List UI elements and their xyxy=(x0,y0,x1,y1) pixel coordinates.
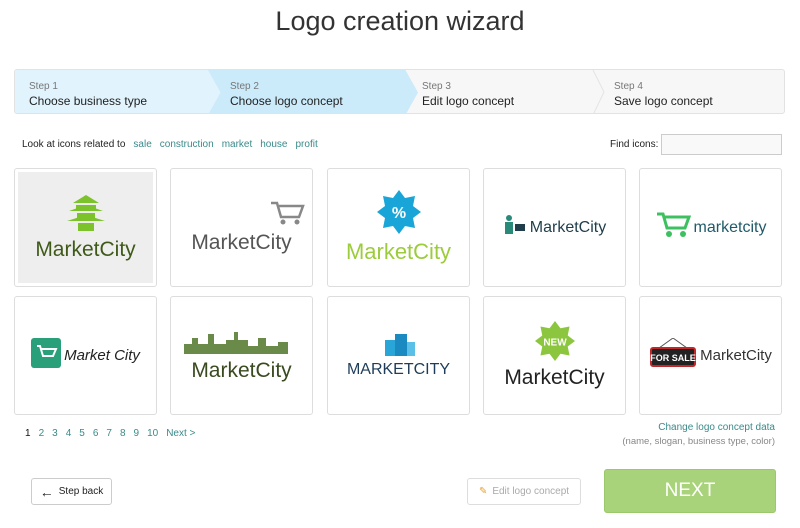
page-5[interactable]: 5 xyxy=(79,428,85,439)
logo-text: MarketCity xyxy=(529,218,607,236)
step-label: Choose logo concept xyxy=(230,94,343,108)
step-divider xyxy=(592,70,605,113)
change-concept: Change logo concept data (name, slogan, … xyxy=(622,422,775,447)
logo-concept-card[interactable]: NEW MarketCity xyxy=(483,296,626,415)
logo-text: Market City xyxy=(64,347,140,364)
next-page-link[interactable]: Next > xyxy=(166,428,195,439)
pencil-icon: ✎ xyxy=(478,486,488,497)
arrow-left-icon: ← xyxy=(39,483,54,500)
page-4[interactable]: 4 xyxy=(66,428,72,439)
step-1[interactable]: Step 1 Choose business type xyxy=(15,70,221,113)
for-sale-sign-icon: FOR SALE xyxy=(649,337,697,373)
page-2[interactable]: 2 xyxy=(39,428,45,439)
logo-preview: MarketCity xyxy=(487,172,622,283)
logo-preview: MarketCity xyxy=(174,300,309,411)
logo-text: MarketCity xyxy=(191,231,292,254)
shopping-cart-icon xyxy=(269,200,305,231)
step-4: Step 4 Save logo concept xyxy=(600,70,784,113)
find-icons-label: Find icons: xyxy=(610,139,659,150)
pagination: 1 2 3 4 5 6 7 8 9 10 Next > xyxy=(25,428,203,439)
logo-concept-card[interactable]: MarketCity xyxy=(483,168,626,287)
logo-concept-card[interactable]: MarketCity xyxy=(170,168,313,287)
svg-text:%: % xyxy=(391,205,405,222)
step-label: Edit logo concept xyxy=(422,94,515,108)
logo-concept-card[interactable]: marketcity xyxy=(639,168,782,287)
step-back-label: Step back xyxy=(58,486,104,497)
logo-preview: Market City xyxy=(18,300,153,411)
wizard-steps: Step 1 Choose business type Step 2 Choose … xyxy=(14,69,785,114)
logo-concept-card[interactable]: FOR SALE MarketCity xyxy=(639,296,782,415)
step-2[interactable]: Step 2 Choose logo concept xyxy=(208,70,418,113)
logo-preview: FOR SALE MarketCity xyxy=(643,300,778,411)
svg-text:NEW: NEW xyxy=(543,338,567,349)
logo-text: MarketCity xyxy=(345,239,452,264)
related-label: Look at icons related to xyxy=(22,139,126,150)
related-icons: Look at icons related to sale construction… xyxy=(22,139,318,150)
find-icons-input[interactable] xyxy=(661,134,782,155)
change-concept-link[interactable]: Change logo concept data xyxy=(658,422,775,433)
pagoda-icon xyxy=(63,193,109,238)
step-number: Step 1 xyxy=(29,81,58,92)
logo-preview: marketcity xyxy=(643,172,778,283)
logo-preview: NEW MarketCity xyxy=(487,300,622,411)
logo-concept-card[interactable]: MarketCity xyxy=(14,168,157,287)
tag-house[interactable]: house xyxy=(260,139,287,150)
step-number: Step 3 xyxy=(422,81,451,92)
page-title: Logo creation wizard xyxy=(275,6,525,36)
tag-profit[interactable]: profit xyxy=(296,139,318,150)
city-skyline-icon xyxy=(183,328,300,359)
step-number: Step 2 xyxy=(230,81,259,92)
page-9[interactable]: 9 xyxy=(134,428,140,439)
logo-preview: MARKETCITY xyxy=(331,300,466,411)
page-3[interactable]: 3 xyxy=(52,428,58,439)
logo-preview: MarketCity xyxy=(174,172,309,283)
page-1[interactable]: 1 xyxy=(25,428,31,439)
person-cart-icon xyxy=(503,214,527,241)
new-badge-icon: NEW xyxy=(534,321,575,366)
step-back-button[interactable]: ← Step back xyxy=(31,478,112,505)
change-concept-hint: (name, slogan, business type, color) xyxy=(622,436,775,447)
percent-badge-icon: % xyxy=(376,190,421,239)
logo-text: MarketCity xyxy=(700,347,772,364)
edit-logo-concept-button[interactable]: ✎ Edit logo concept xyxy=(467,478,581,505)
tag-construction[interactable]: construction xyxy=(160,139,214,150)
blue-buildings-icon xyxy=(379,332,419,361)
svg-text:FOR SALE: FOR SALE xyxy=(650,353,696,363)
logo-text: MarketCity xyxy=(504,366,605,389)
green-cart-icon xyxy=(655,211,691,244)
logo-preview: % MarketCity xyxy=(331,172,466,283)
page-8[interactable]: 8 xyxy=(120,428,126,439)
logo-text: MarketCity xyxy=(35,238,136,261)
step-label: Choose business type xyxy=(29,94,148,108)
step-label: Save logo concept xyxy=(614,94,713,108)
logo-concept-card[interactable]: MARKETCITY xyxy=(327,296,470,415)
logo-concept-card[interactable]: % MarketCity xyxy=(327,168,470,287)
next-button[interactable]: NEXT xyxy=(604,469,776,513)
logo-concept-card[interactable]: Market City xyxy=(14,296,157,415)
page-10[interactable]: 10 xyxy=(147,428,158,439)
logo-text: MARKETCITY xyxy=(346,361,451,378)
edit-label: Edit logo concept xyxy=(492,486,570,497)
tag-sale[interactable]: sale xyxy=(133,139,151,150)
step-number: Step 4 xyxy=(614,81,643,92)
logo-concept-card[interactable]: MarketCity xyxy=(170,296,313,415)
logo-preview: MarketCity xyxy=(18,172,153,283)
cart-square-icon xyxy=(31,338,62,373)
tag-market[interactable]: market xyxy=(222,139,253,150)
step-3: Step 3 Edit logo concept xyxy=(408,70,608,113)
page-6[interactable]: 6 xyxy=(93,428,99,439)
logo-text: MarketCity xyxy=(191,359,292,382)
page-7[interactable]: 7 xyxy=(106,428,112,439)
logo-text: marketcity xyxy=(693,218,767,236)
